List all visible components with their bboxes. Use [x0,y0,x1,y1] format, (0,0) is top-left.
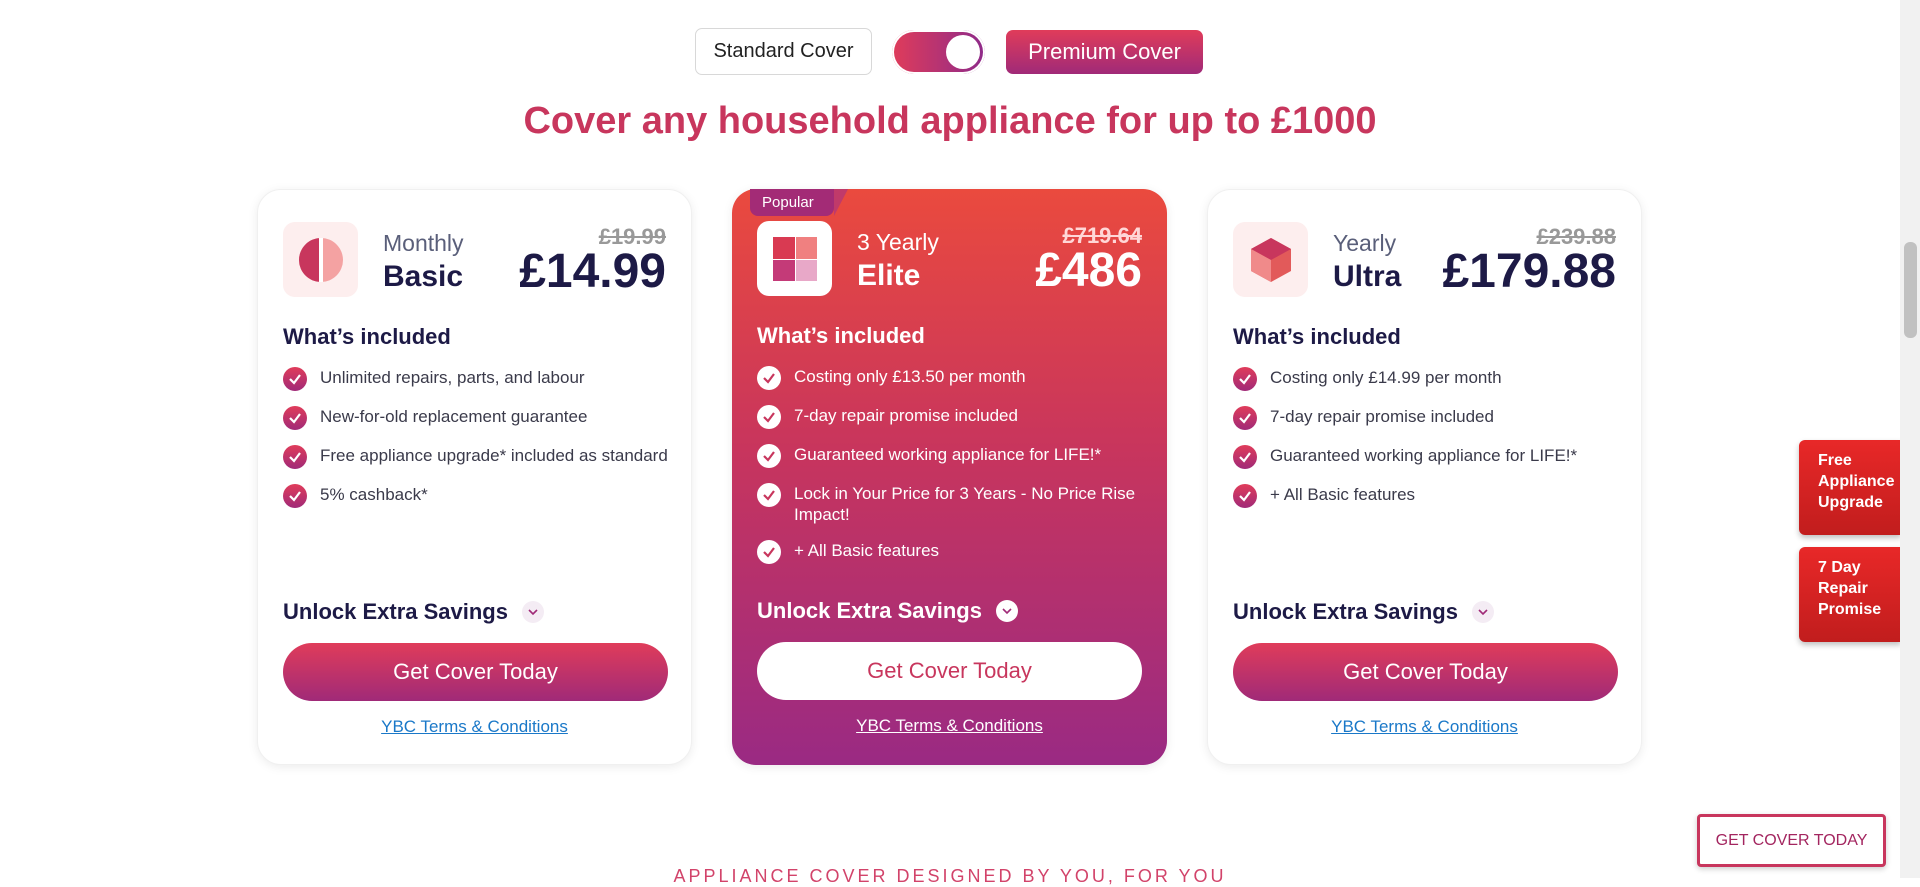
terms-link[interactable]: YBC Terms & Conditions [732,716,1167,736]
unlock-extra-savings-toggle[interactable]: Unlock Extra Savings [283,599,544,625]
feature-item: 7-day repair promise included [1233,406,1623,430]
unlock-extra-savings-toggle[interactable]: Unlock Extra Savings [757,598,1018,624]
premium-cover-button[interactable]: Premium Cover [1006,29,1203,74]
check-icon [1233,445,1257,469]
feature-list: Costing only £13.50 per month 7-day repa… [757,366,1147,579]
plan-card-basic: Monthly Basic £19.99 £14.99 What’s inclu… [257,189,692,765]
get-cover-button[interactable]: Get Cover Today [283,643,668,701]
floating-get-cover-button[interactable]: GET COVER TODAY [1697,814,1886,867]
feature-list: Costing only £14.99 per month 7-day repa… [1233,367,1623,523]
check-icon [283,406,307,430]
elite-plan-icon [757,221,832,296]
price: £486 [1035,244,1142,297]
plan-period: Monthly [383,230,464,256]
plan-name: Elite [857,259,921,292]
terms-link[interactable]: YBC Terms & Conditions [258,717,691,737]
feature-item: 5% cashback* [283,484,673,508]
cover-toggle-row: Standard Cover Premium Cover [695,28,1203,75]
check-icon [1233,406,1257,430]
check-icon [757,366,781,390]
feature-item: New-for-old replacement guarantee [283,406,673,430]
popular-badge: Popular [750,189,848,216]
chevron-down-icon [995,600,1018,622]
feature-item: Costing only £14.99 per month [1233,367,1623,391]
get-cover-button[interactable]: Get Cover Today [1233,643,1618,701]
feature-item: 7-day repair promise included [757,405,1147,429]
terms-link[interactable]: YBC Terms & Conditions [1208,717,1641,737]
price: £179.88 [1442,245,1616,298]
feature-item: Costing only £13.50 per month [757,366,1147,390]
ultra-plan-icon [1233,222,1308,297]
cover-type-switch[interactable] [892,29,985,74]
get-cover-button[interactable]: Get Cover Today [757,642,1142,700]
section-caption: APPLIANCE COVER DESIGNED BY YOU, FOR YOU [673,866,1227,886]
plan-card-elite: Popular 3 Yearly Elite £719.64 £486 What… [732,189,1167,765]
check-icon [757,483,781,507]
plan-period: Yearly [1333,230,1397,256]
feature-item: Free appliance upgrade* included as stan… [283,445,673,469]
free-appliance-upgrade-ribbon[interactable]: Free Appliance Upgrade [1799,440,1901,535]
plan-card-ultra: Yearly Ultra £239.88 £179.88 What’s incl… [1207,189,1642,765]
check-icon [1233,367,1257,391]
check-icon [757,540,781,564]
whats-included-heading: What’s included [283,324,451,349]
chevron-down-icon [1471,601,1494,623]
page-scrollbar[interactable] [1900,0,1920,878]
check-icon [757,405,781,429]
feature-item: + All Basic features [1233,484,1623,508]
price: £14.99 [519,245,666,298]
feature-item: Guaranteed working appliance for LIFE!* [757,444,1147,468]
feature-item: Guaranteed working appliance for LIFE!* [1233,445,1623,469]
standard-cover-button[interactable]: Standard Cover [695,28,872,75]
scrollbar-thumb[interactable] [1904,242,1917,338]
plan-period: 3 Yearly [857,229,939,255]
seven-day-repair-ribbon[interactable]: 7 Day Repair Promise [1799,547,1901,642]
page-headline: Cover any household appliance for up to … [523,100,1377,142]
check-icon [757,444,781,468]
feature-item: + All Basic features [757,540,1147,564]
whats-included-heading: What’s included [757,323,925,348]
check-icon [283,367,307,391]
check-icon [283,484,307,508]
chevron-down-icon [521,601,544,623]
plan-name: Ultra [1333,260,1402,293]
feature-list: Unlimited repairs, parts, and labour New… [283,367,673,523]
basic-plan-icon [283,222,358,297]
feature-item: Lock in Your Price for 3 Years - No Pric… [757,483,1147,525]
switch-knob [946,34,980,69]
whats-included-heading: What’s included [1233,324,1401,349]
check-icon [283,445,307,469]
check-icon [1233,484,1257,508]
plan-name: Basic [383,260,464,293]
unlock-extra-savings-toggle[interactable]: Unlock Extra Savings [1233,599,1494,625]
feature-item: Unlimited repairs, parts, and labour [283,367,673,391]
